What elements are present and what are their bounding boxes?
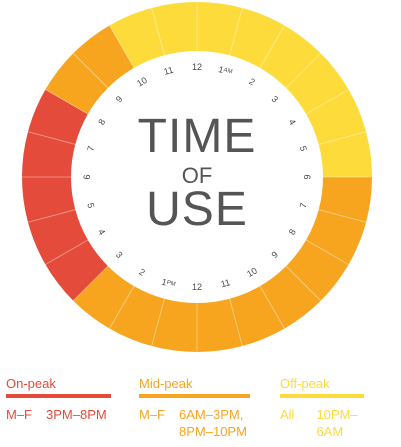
hour-label: 10 [135,75,149,89]
center-title-time: TIME [138,110,257,163]
hour-label: 7 [85,145,96,152]
hour-label: 1AM [217,64,233,77]
legend-off-peak: Off-peak All 10PM–6AM [280,376,364,440]
legend-on-peak-days: M–F [6,407,32,422]
hour-label: 10 [245,265,259,279]
hour-label: 5 [85,202,96,209]
legend-off-peak-label: Off-peak [280,376,364,398]
am-marker: AM [223,67,233,75]
hour-label: 2 [137,267,146,278]
legend-on-peak-times: 3PM–8PM [46,407,107,422]
hour-label: 12 [192,282,202,292]
hour-label: 9 [269,249,280,260]
legend-mid-peak-label: Mid-peak [139,376,250,398]
hour-label: 11 [220,277,232,289]
legend-on-peak: On-peak M–F 3PM–8PM [6,376,111,423]
hour-label: 7 [298,202,309,209]
hour-label: 8 [287,227,298,236]
hour-label: 6 [302,174,312,179]
legend-mid-peak: Mid-peak M–F 6AM–3PM, 8PM–10PM [139,376,250,440]
hour-label: 3 [114,249,125,260]
hour-label: 4 [96,227,107,236]
pm-marker: PM [166,280,176,288]
hour-label: 12 [192,62,202,72]
legend-on-peak-label: On-peak [6,376,111,398]
hour-label: 1PM [160,277,176,290]
legend-mid-peak-days: M–F [139,407,165,422]
hour-label: 6 [82,174,92,179]
hour-label: 11 [163,65,175,77]
hour-label: 8 [96,117,107,126]
center-title-use: USE [146,183,248,236]
hour-label: 3 [269,94,280,105]
legend-off-peak-times: 10PM–6AM [316,407,358,439]
time-of-use-clock: 12 1AM 2 3 4 5 6 7 8 9 10 11 12 1PM 2 3 4 5 6 7 8 9 10 11 TIME … [21,1,373,353]
center-title: TIME OF USE [138,110,257,236]
hour-label: 2 [247,76,256,87]
legend-mid-peak-times: 6AM–3PM, 8PM–10PM [179,407,247,439]
hour-label: 4 [287,117,298,126]
hour-label: 9 [114,94,125,105]
legend-off-peak-days: All [280,407,295,422]
hour-label: 5 [298,145,309,152]
